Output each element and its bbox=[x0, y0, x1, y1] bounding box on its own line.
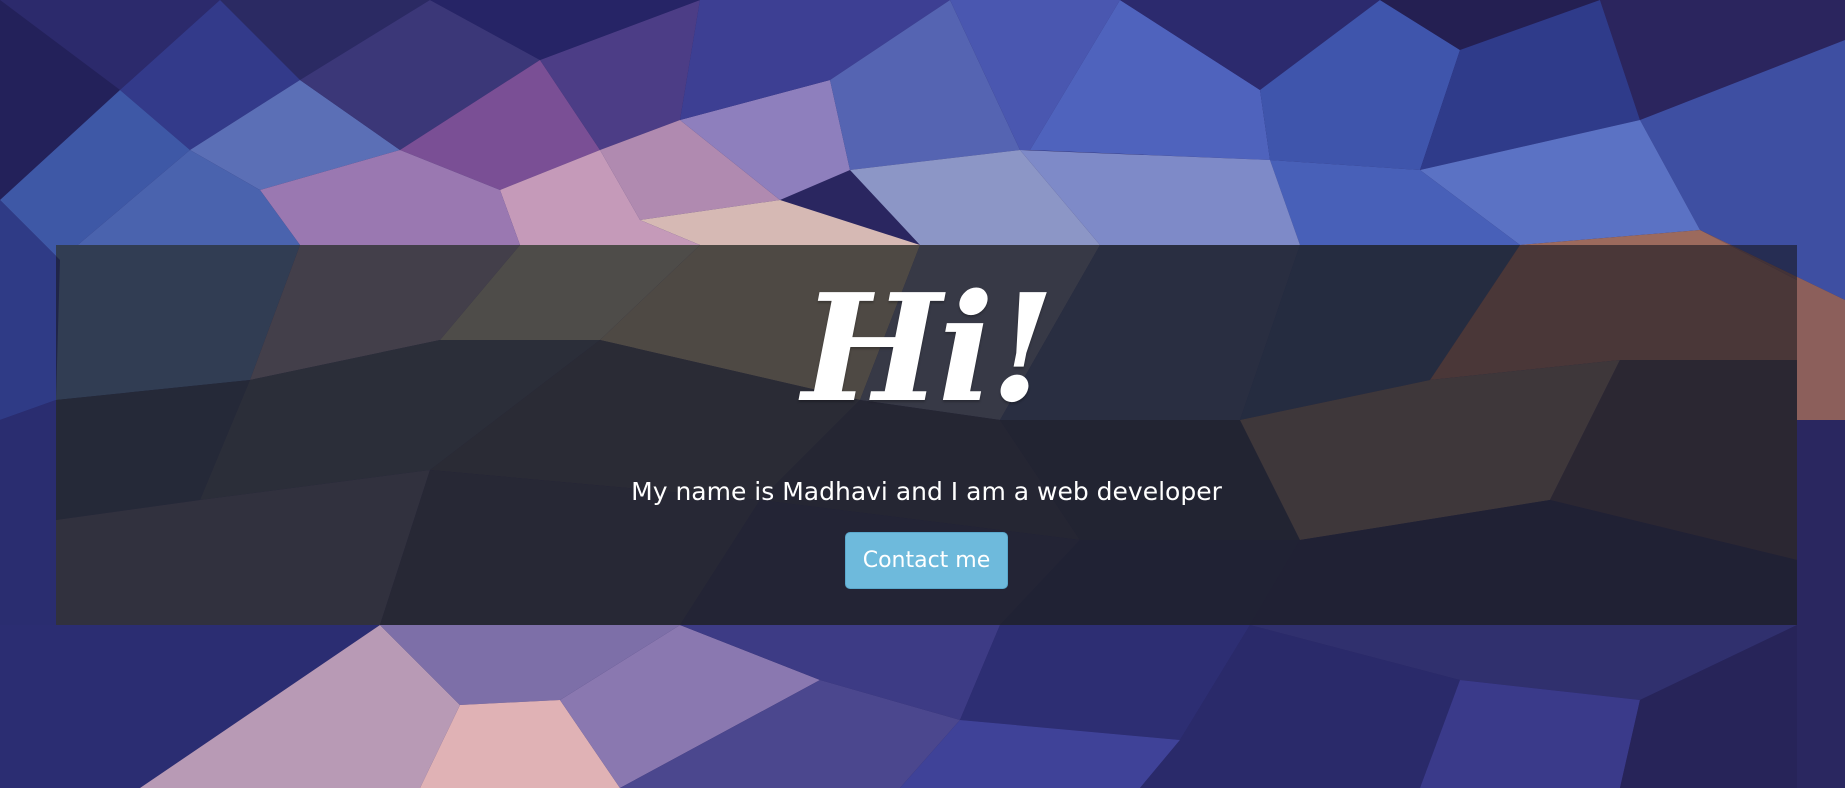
hero-tagline: My name is Madhavi and I am a web develo… bbox=[631, 477, 1222, 506]
landing-page: Hi! My name is Madhavi and I am a web de… bbox=[0, 0, 1845, 788]
hero-title: Hi! bbox=[801, 261, 1055, 435]
contact-me-button[interactable]: Contact me bbox=[845, 532, 1008, 589]
hero-panel: Hi! My name is Madhavi and I am a web de… bbox=[56, 245, 1797, 625]
